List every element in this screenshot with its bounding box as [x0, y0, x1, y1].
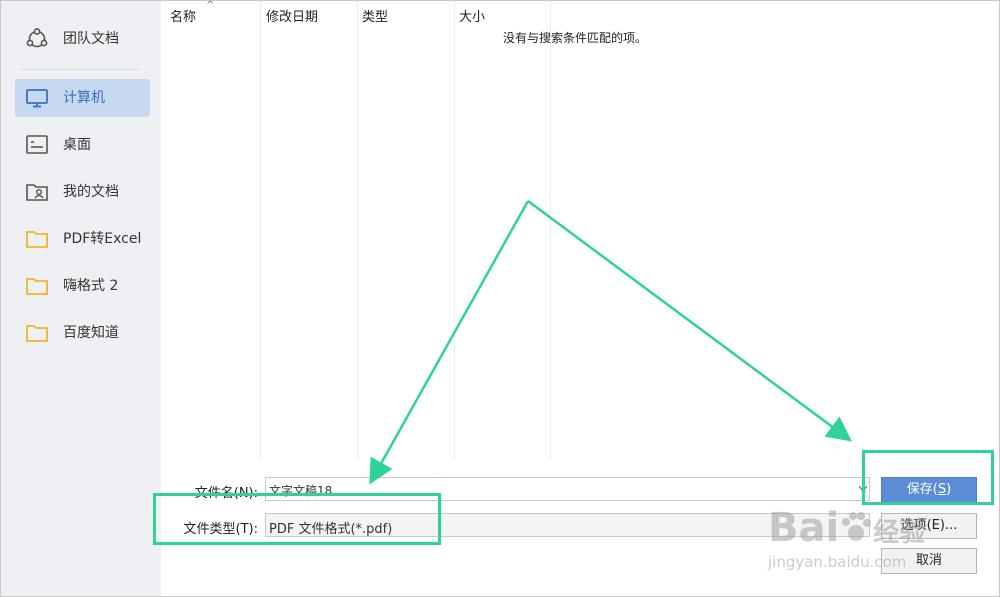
column-header-modified[interactable]: 修改日期: [266, 6, 318, 25]
sidebar: 团队文档 计算机 桌面 我的文档 PDF转Excel 嗨格式 2 百度知道: [1, 1, 161, 596]
team-icon: [26, 28, 48, 48]
save-highlight-box: [862, 450, 994, 505]
column-divider: [357, 1, 358, 459]
desktop-icon: [26, 135, 48, 154]
my-documents-icon: [26, 184, 48, 201]
column-header-name[interactable]: 名称: [170, 6, 196, 25]
computer-icon: [26, 89, 48, 108]
sidebar-item-label: 百度知道: [63, 325, 119, 341]
sidebar-item-label: PDF转Excel: [63, 231, 142, 247]
baidu-watermark-url: jingyan.baidu.com: [768, 553, 907, 571]
sidebar-item-label: 桌面: [63, 137, 91, 153]
paw-icon: [842, 512, 872, 541]
column-divider: [454, 1, 455, 459]
column-divider: [550, 1, 551, 459]
folder-icon: [26, 325, 48, 342]
baidu-watermark-logo: Bai 经验: [768, 505, 926, 551]
folder-icon: [26, 278, 48, 295]
sidebar-item-desktop[interactable]: 桌面: [15, 126, 150, 164]
column-header-size[interactable]: 大小: [459, 6, 485, 25]
sidebar-item-my-documents[interactable]: 我的文档: [15, 173, 150, 211]
column-header-type[interactable]: 类型: [362, 6, 388, 25]
sidebar-item-team-docs[interactable]: 团队文档: [15, 20, 150, 58]
folder-icon: [26, 231, 48, 248]
sort-ascending-icon[interactable]: ^: [206, 0, 214, 11]
sidebar-item-label: 计算机: [63, 90, 105, 106]
sidebar-item-label: 嗨格式 2: [63, 278, 119, 294]
empty-message: 没有与搜索条件匹配的项。: [503, 31, 648, 45]
sidebar-item-label: 团队文档: [63, 31, 119, 47]
sidebar-item-pdf-to-excel[interactable]: PDF转Excel: [15, 220, 150, 258]
sidebar-item-label: 我的文档: [63, 184, 119, 200]
sidebar-item-hi-format-2[interactable]: 嗨格式 2: [15, 267, 150, 305]
column-divider: [260, 1, 261, 459]
sidebar-item-computer[interactable]: 计算机: [15, 79, 150, 117]
sidebar-divider: [21, 69, 139, 70]
filetype-highlight-box: [153, 493, 441, 545]
sidebar-item-baidu-zhidao[interactable]: 百度知道: [15, 314, 150, 352]
